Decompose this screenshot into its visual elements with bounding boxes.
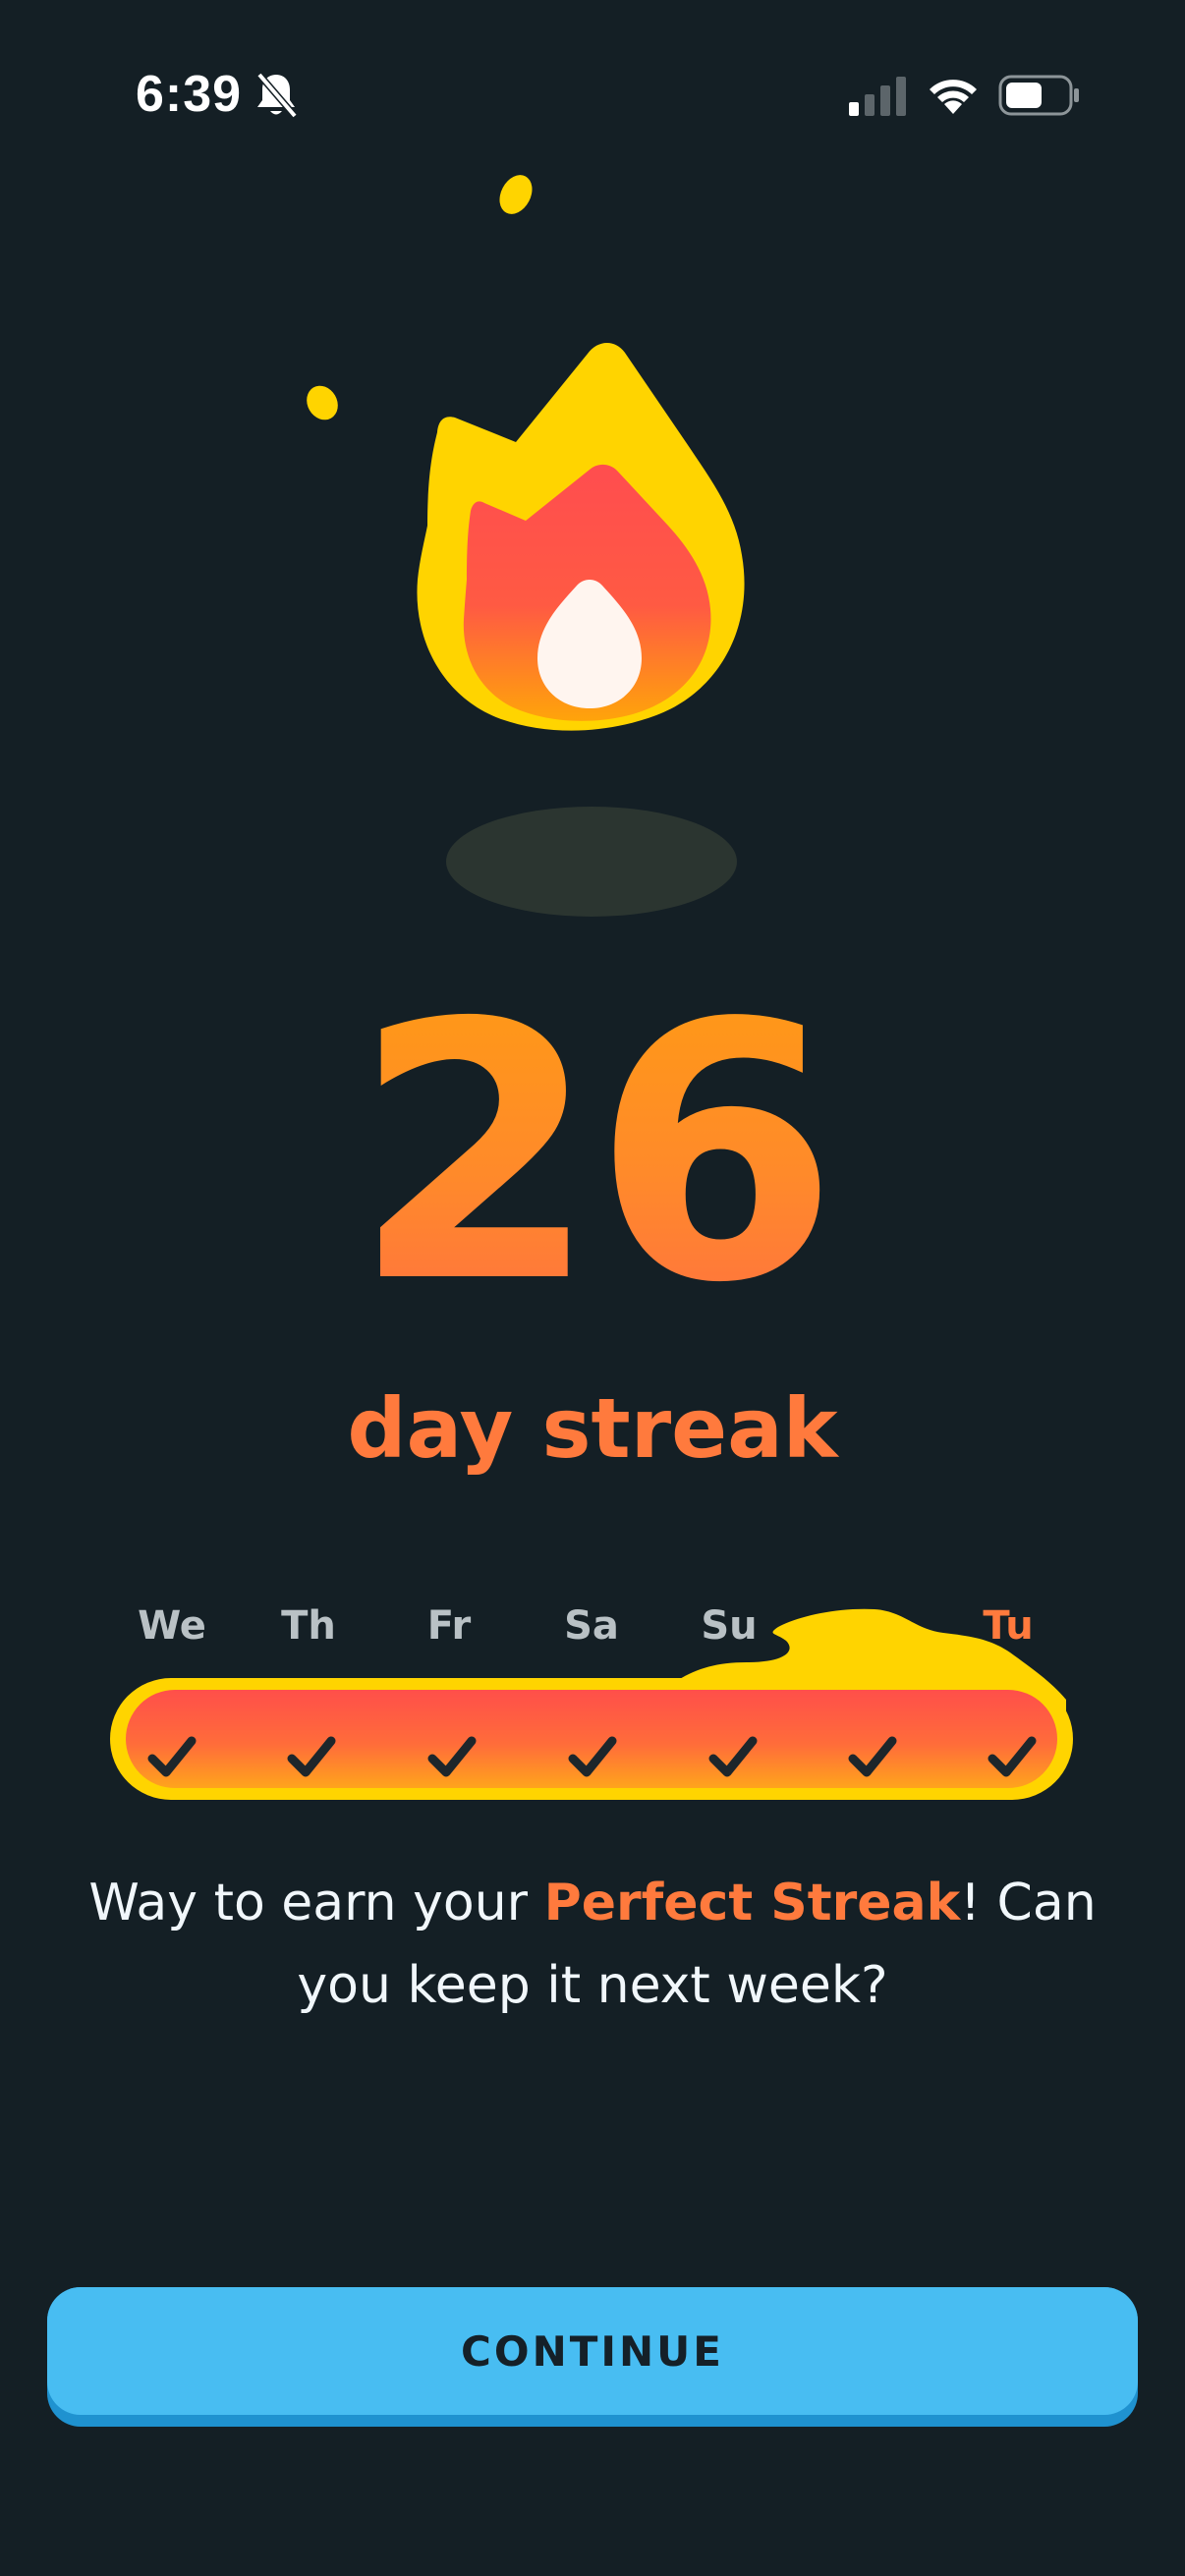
day-label-we: We (138, 1603, 206, 1649)
check-icon (988, 1736, 1037, 1777)
check-icon (287, 1736, 336, 1777)
day-label-sa: Sa (564, 1603, 619, 1649)
check-icon (147, 1736, 197, 1777)
message-highlight: Perfect Streak (543, 1874, 961, 1932)
continue-button-face[interactable]: CONTINUE (47, 2287, 1138, 2415)
streak-celebration-screen: 6:39 26 day streak We Th Fr Sa Su Tu Way… (0, 0, 1185, 2576)
check-icon (848, 1736, 897, 1777)
status-time: 6:39 (136, 66, 243, 123)
message-prefix: Way to earn your (88, 1874, 544, 1932)
day-label-tu: Tu (983, 1603, 1034, 1649)
streak-label: day streak (347, 1380, 838, 1477)
streak-message: Way to earn your Perfect Streak! Can you… (79, 1862, 1106, 2027)
cellular-signal-icon (849, 77, 906, 116)
battery-icon (998, 75, 1079, 116)
check-icon (427, 1736, 477, 1777)
week-tracker: We Th Fr Sa Su Tu (108, 1592, 1077, 1808)
day-label-th: Th (281, 1603, 336, 1649)
check-icon (708, 1736, 758, 1777)
streak-count: 26 (0, 968, 1185, 1341)
day-label-fr: Fr (426, 1603, 472, 1649)
wifi-icon (930, 80, 977, 114)
continue-button-label: CONTINUE (461, 2326, 724, 2376)
bell-slash-icon (256, 72, 298, 119)
check-icon (568, 1736, 617, 1777)
continue-button[interactable]: CONTINUE (47, 2287, 1138, 2427)
day-label-su: Su (701, 1603, 758, 1649)
flame-icon (295, 157, 884, 963)
